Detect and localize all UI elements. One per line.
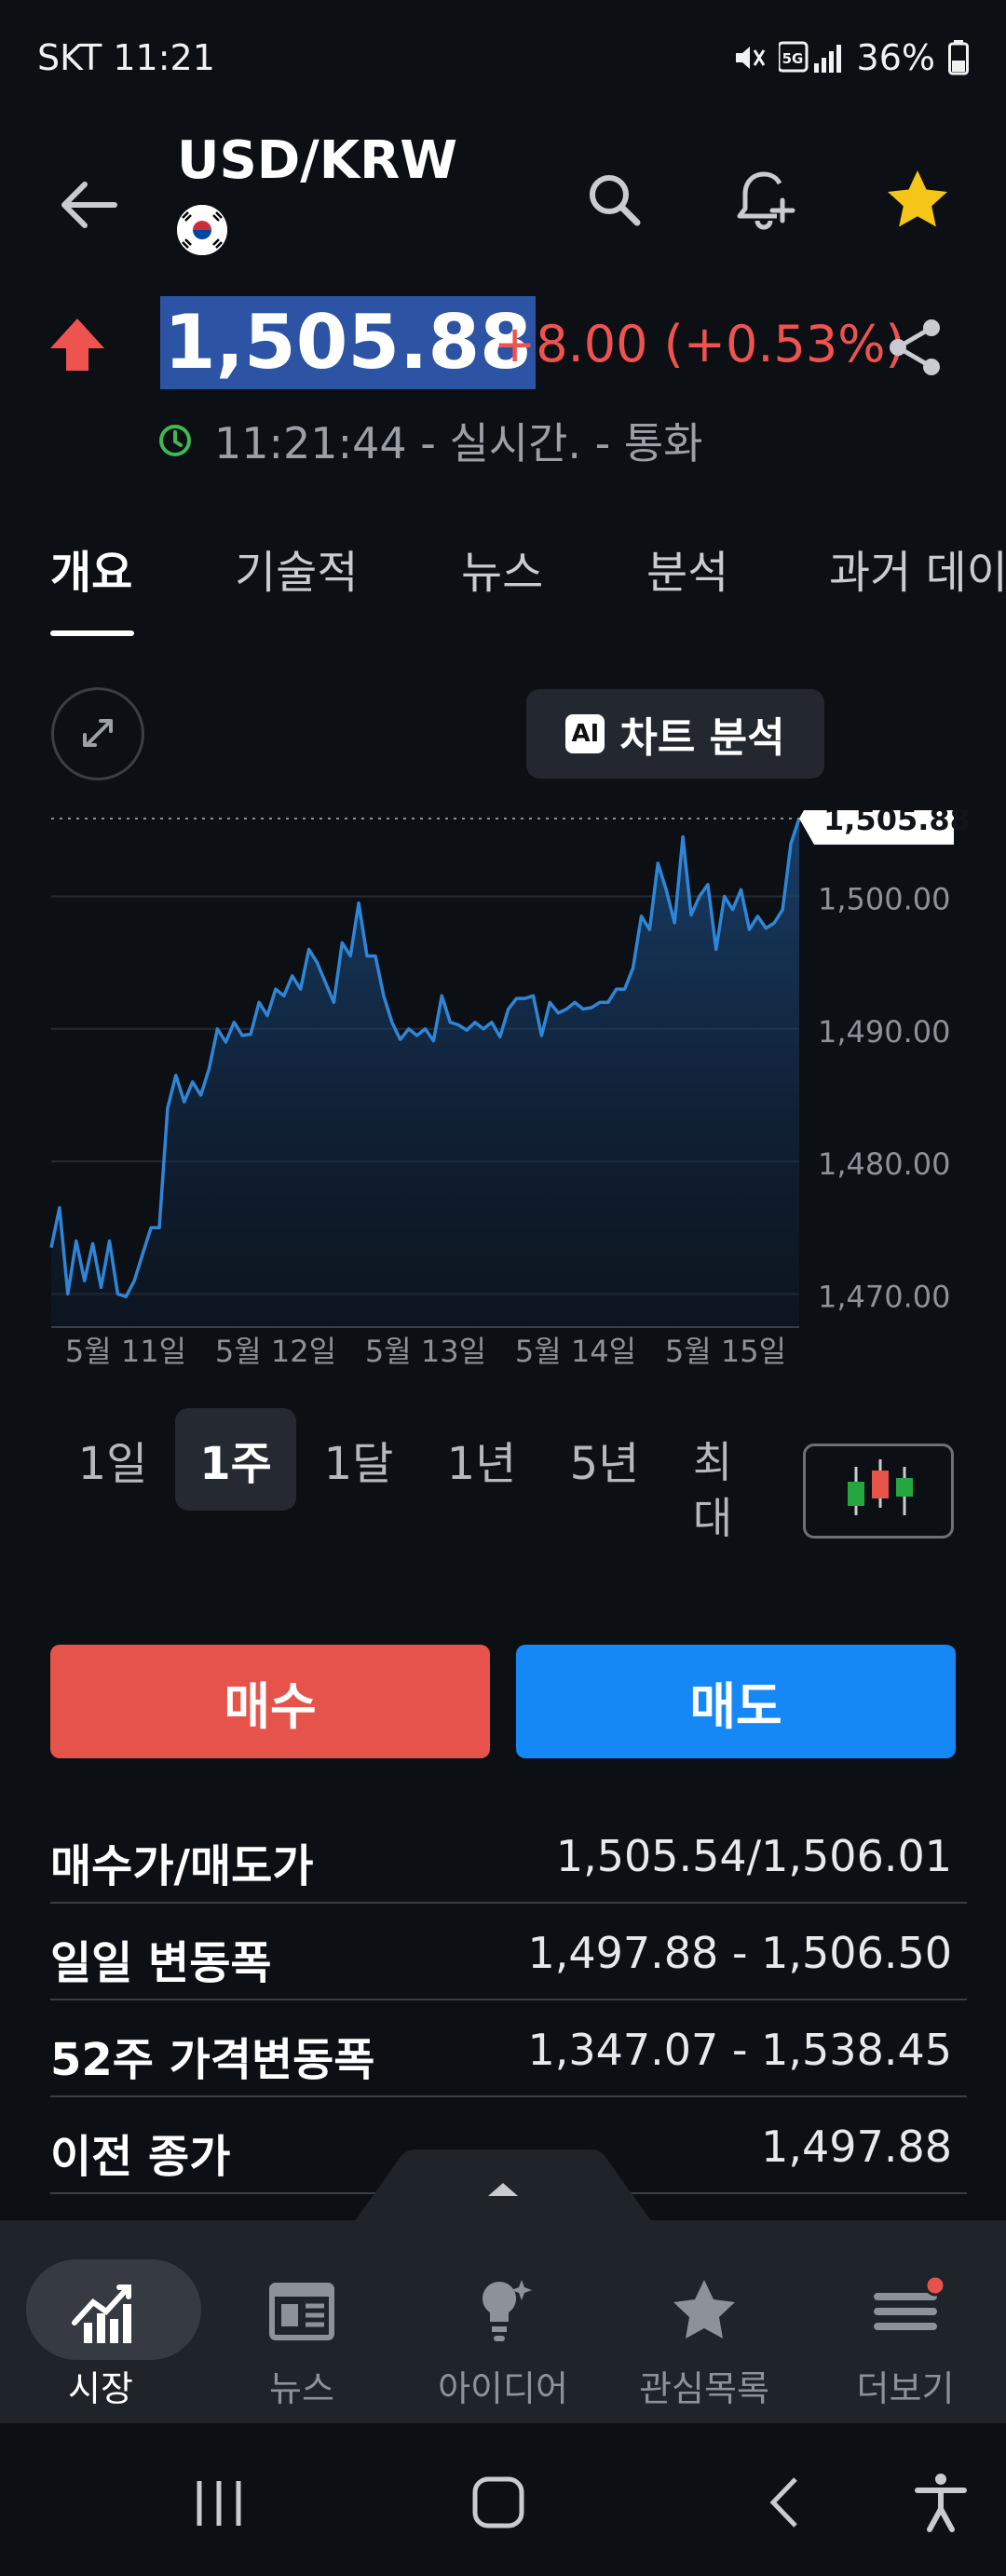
nav-label: 아이디어 xyxy=(438,2368,568,2409)
chart-type-button[interactable] xyxy=(803,1444,954,1539)
star-icon xyxy=(673,2280,735,2339)
last-price: 1,505.88 xyxy=(160,296,536,389)
expand-icon xyxy=(83,719,113,747)
lightbulb-icon xyxy=(482,2280,532,2341)
nav-label: 관심목록 xyxy=(639,2368,769,2409)
chevron-up-icon xyxy=(354,2149,652,2222)
tab-overview[interactable]: 개요 xyxy=(50,536,132,601)
nav-news[interactable]: 뉴스 xyxy=(201,2220,402,2423)
star-icon xyxy=(888,170,947,227)
stat-label: 일일 변동폭 xyxy=(50,1937,272,1989)
search-icon xyxy=(590,175,641,226)
stat-value: 1,347.07 - 1,538.45 xyxy=(527,2025,952,2075)
quote-time: 11:21:44 - 실시간. - 통화 xyxy=(214,418,703,468)
clock-icon xyxy=(159,425,191,456)
y-tick-label: 1,500.00 xyxy=(818,882,951,917)
stat-row-bid-ask: 매수가/매도가 1,505.54/1,506.01 xyxy=(50,1807,967,1904)
app-header: USD/KRW xyxy=(0,130,1006,261)
expand-chart-button[interactable] xyxy=(51,687,144,780)
x-tick-label: 5월 14일 xyxy=(515,1334,636,1369)
nav-label: 뉴스 xyxy=(269,2368,334,2409)
share-icon xyxy=(890,319,940,375)
home-icon[interactable] xyxy=(466,2470,531,2535)
stat-label: 52주 가격변동폭 xyxy=(50,2034,375,2086)
ai-badge-icon: AI xyxy=(565,714,605,753)
svg-text:5G: 5G xyxy=(782,50,803,67)
tab-analysis[interactable]: 분석 xyxy=(646,536,728,601)
news-icon xyxy=(269,2283,334,2340)
range-1y[interactable]: 1년 xyxy=(430,1408,533,1511)
expand-panel-handle[interactable] xyxy=(354,2148,652,2222)
y-tick-label: 1,480.00 xyxy=(818,1146,951,1182)
tab-technical[interactable]: 기술적 xyxy=(235,536,358,601)
nav-markets[interactable]: 시장 xyxy=(0,2220,201,2423)
stat-label: 매수가/매도가 xyxy=(50,1840,314,1892)
nav-label: 시장 xyxy=(68,2368,133,2409)
chart-icon xyxy=(72,2285,131,2343)
key-stats-table: 매수가/매도가 1,505.54/1,506.01 일일 변동폭 1,497.8… xyxy=(50,1807,967,2194)
arrow-up-icon xyxy=(50,319,104,371)
battery-percent: 36% xyxy=(856,37,935,78)
back-nav-icon[interactable] xyxy=(754,2470,820,2535)
price-chart[interactable]: 1,500.00 1,490.00 1,480.00 1,470.00 1,505.88… xyxy=(0,810,1006,1369)
section-tabs: 개요 기술적 뉴스 분석 과거 데이 xyxy=(0,526,1006,638)
price-row: 1,505.88 +8.00 (+0.53%) xyxy=(0,289,1006,391)
instrument-title: USD/KRW xyxy=(177,130,458,191)
stat-label: 이전 종가 xyxy=(50,2131,231,2183)
stat-row-day-range: 일일 변동폭 1,497.88 - 1,506.50 xyxy=(50,1904,967,2000)
ai-chart-analysis-label: 차트 분석 xyxy=(619,714,785,762)
5g-signal-icon: 5G xyxy=(778,41,841,73)
tab-historical-data[interactable]: 과거 데이 xyxy=(829,536,1006,601)
range-1w[interactable]: 1주 xyxy=(175,1408,296,1511)
candlestick-icon xyxy=(848,1459,913,1515)
chart-area-fill xyxy=(51,818,799,1327)
stat-row-52w-range: 52주 가격변동폭 1,347.07 - 1,538.45 xyxy=(50,2000,967,2097)
stat-value: 1,505.54/1,506.01 xyxy=(555,1831,952,1881)
bell-plus-icon xyxy=(737,171,795,230)
share-button[interactable] xyxy=(883,315,948,380)
recent-apps-icon[interactable] xyxy=(186,2470,252,2535)
range-1m[interactable]: 1달 xyxy=(307,1408,410,1511)
range-max[interactable]: 최대 xyxy=(689,1434,736,1546)
nav-more[interactable]: 더보기 xyxy=(805,2220,1006,2423)
x-tick-label: 5월 12일 xyxy=(215,1334,336,1369)
battery-icon xyxy=(948,40,969,75)
watchlist-star-button[interactable] xyxy=(880,163,955,237)
mute-icon xyxy=(735,47,765,69)
active-tab-indicator xyxy=(50,630,134,636)
x-tick-label: 5월 15일 xyxy=(665,1334,786,1369)
status-time: SKT 11:21 xyxy=(37,37,215,78)
stat-value: 1,497.88 - 1,506.50 xyxy=(527,1928,952,1978)
add-alert-button[interactable] xyxy=(727,163,801,237)
buy-button[interactable]: 매수 xyxy=(50,1645,490,1758)
ai-chart-analysis-button[interactable]: AI 차트 분석 xyxy=(526,689,824,779)
nav-watchlist[interactable]: 관심목록 xyxy=(604,2220,805,2423)
stat-value: 1,497.88 xyxy=(761,2122,952,2172)
x-tick-label: 5월 11일 xyxy=(65,1334,186,1369)
x-tick-label: 5월 13일 xyxy=(365,1334,486,1369)
range-1d[interactable]: 1일 xyxy=(61,1408,164,1511)
status-bar: SKT 11:21 5G 36% xyxy=(0,0,1006,121)
time-range-selector: 1일 1주 1달 1년 5년 최대 xyxy=(0,1406,1006,1555)
arrow-left-icon xyxy=(61,182,117,228)
nav-label: 더보기 xyxy=(856,2368,955,2409)
bottom-navigation: 시장 뉴스 아이디어 관심목록 더보기 xyxy=(0,2220,1006,2423)
sell-button[interactable]: 매도 xyxy=(516,1645,956,1758)
current-price-label: 1,505.88 xyxy=(823,810,971,837)
accessibility-icon[interactable] xyxy=(908,2470,973,2535)
nav-ideas[interactable]: 아이디어 xyxy=(402,2220,604,2423)
system-navigation-bar xyxy=(0,2423,1006,2576)
menu-icon xyxy=(874,2274,946,2330)
search-button[interactable] xyxy=(578,163,652,237)
y-tick-label: 1,490.00 xyxy=(818,1014,951,1050)
back-button[interactable] xyxy=(51,168,126,242)
y-tick-label: 1,470.00 xyxy=(818,1279,951,1314)
tab-news[interactable]: 뉴스 xyxy=(461,536,543,601)
quote-time-row: 11:21:44 - 실시간. - 통화 xyxy=(156,408,703,473)
price-change: +8.00 (+0.53%) xyxy=(494,315,905,373)
korea-flag-icon xyxy=(177,205,227,255)
range-5y[interactable]: 5년 xyxy=(553,1408,656,1511)
